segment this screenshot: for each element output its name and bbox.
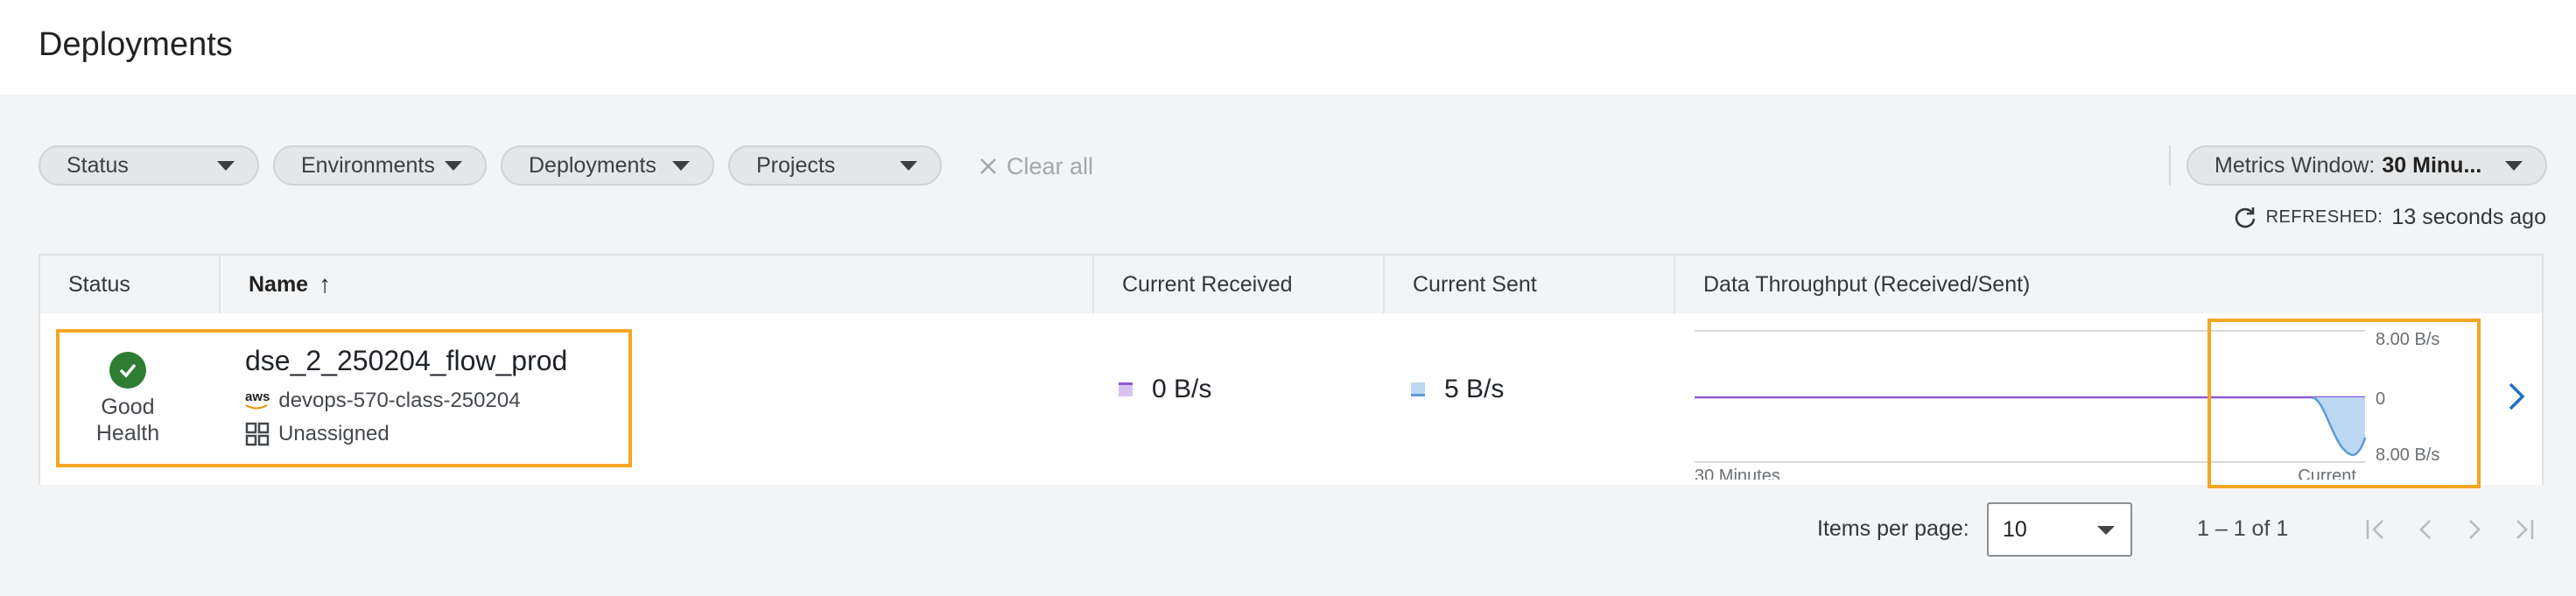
items-per-page-value: 10 [2003,517,2027,542]
sent-legend-swatch [1411,382,1425,396]
refresh-status: REFRESHED: 13 seconds ago [2233,205,2546,230]
status-text-line1: Good [101,395,155,419]
column-status-label: Status [68,271,130,297]
aws-icon: aws [245,389,270,410]
status-filter-label: Status [67,152,129,178]
column-header-name[interactable]: Name ↑ [219,256,1092,313]
caret-down-icon [672,161,690,171]
items-per-page-label: Items per page: [1817,516,1969,541]
caret-down-icon [445,161,462,171]
last-page-icon[interactable] [2510,516,2537,543]
current-sent-cell: 5 B/s [1411,375,1504,404]
deployment-name[interactable]: dse_2_250204_flow_prod [245,345,567,377]
caret-down-icon [2097,526,2115,535]
refresh-icon[interactable] [2233,206,2257,230]
deployments-table: Status Name ↑ Current Received Current S… [39,254,2544,488]
filter-divider [2169,145,2171,186]
caret-down-icon [900,161,917,171]
clear-all-label: Clear all [1007,152,1094,179]
column-header-throughput: Data Throughput (Received/Sent) [1674,256,2542,313]
column-current-received-label: Current Received [1122,271,1293,297]
column-header-current-received: Current Received [1092,256,1383,313]
caret-down-icon [2505,161,2523,171]
column-throughput-label: Data Throughput (Received/Sent) [1703,271,2031,297]
close-icon [980,158,996,174]
clear-all-button[interactable]: Clear all [979,151,1093,182]
received-legend-swatch [1119,382,1133,396]
column-name-label: Name [249,271,309,297]
check-circle-icon [109,352,146,389]
status-cell: Good Health [58,352,198,446]
deployment-environment: aws devops-570-class-250204 [245,389,521,413]
aws-badge-text: aws [245,389,270,404]
environments-filter[interactable]: Environments [273,145,487,186]
caret-down-icon [217,161,235,171]
previous-page-icon[interactable] [2414,516,2437,543]
status-filter[interactable]: Status [39,145,259,186]
pagination-range: 1 – 1 of 1 [2197,516,2289,541]
current-received-value: 0 B/s [1152,375,1212,403]
metrics-window-select[interactable]: Metrics Window: 30 Minu... [2186,145,2547,186]
column-header-current-sent: Current Sent [1383,256,1674,313]
projects-filter[interactable]: Projects [728,145,942,186]
metrics-window-label: Metrics Window: [2215,152,2376,178]
refreshed-value: 13 seconds ago [2391,205,2546,229]
column-current-sent-label: Current Sent [1413,271,1537,297]
chevron-right-icon[interactable] [2507,382,2526,411]
table-row[interactable]: Good Health dse_2_250204_flow_prod aws d… [40,313,2542,488]
dashboard-grid-icon [245,422,270,446]
x-start-label: 30 Minutes [1695,466,1780,480]
deployments-filter[interactable]: Deployments [501,145,714,186]
refreshed-label: REFRESHED: [2265,207,2383,227]
current-received-cell: 0 B/s [1119,375,1211,404]
deployment-project: Unassigned [245,422,390,446]
projects-filter-label: Projects [756,152,836,178]
table-header: Status Name ↑ Current Received Current S… [40,256,2542,313]
current-sent-value: 5 B/s [1444,375,1505,403]
column-header-status: Status [40,256,219,313]
project-label: Unassigned [278,422,390,445]
page-title: Deployments [39,26,233,63]
highlight-box-chart [2207,319,2481,488]
sort-ascending-icon: ↑ [319,270,332,298]
environment-label: devops-570-class-250204 [278,389,521,412]
items-per-page-select[interactable]: 10 [1987,502,2132,557]
first-page-icon[interactable] [2363,516,2390,543]
deployments-filter-label: Deployments [529,152,656,178]
metrics-window-value: 30 Minu... [2382,152,2482,178]
next-page-icon[interactable] [2463,516,2486,543]
page-header: Deployments [0,0,2576,95]
status-text-line2: Health [95,421,160,445]
environments-filter-label: Environments [301,152,435,178]
